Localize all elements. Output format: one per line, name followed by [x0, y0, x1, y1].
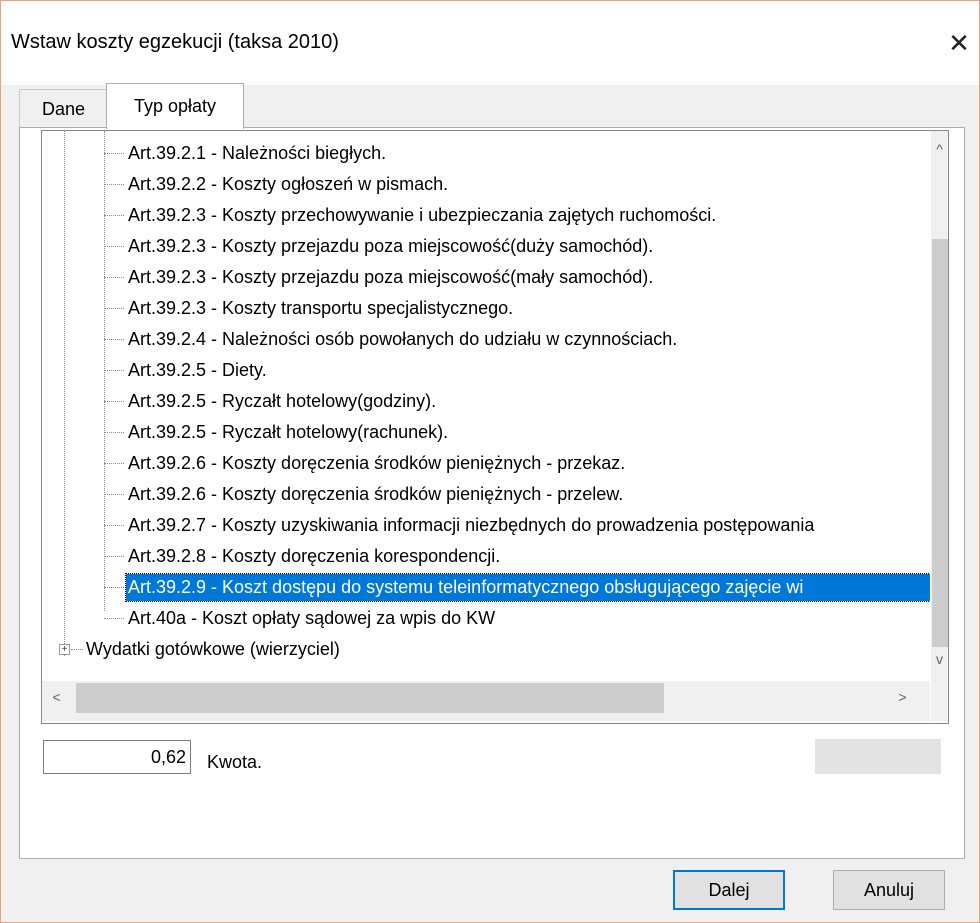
- tree-item[interactable]: Art.39.2.3 - Koszty transportu specjalis…: [42, 293, 930, 324]
- tree-item[interactable]: Art.39.2.5 - Ryczałt hotelowy(rachunek).: [42, 417, 930, 448]
- tree-item-label[interactable]: Art.39.2.2 - Koszty ogłoszeń w pismach.: [126, 171, 450, 198]
- horizontal-scrollbar[interactable]: < >: [42, 681, 930, 721]
- tree-item[interactable]: Art.39.2.7 - Koszty uzyskiwania informac…: [42, 510, 930, 541]
- tree-item-label[interactable]: Art.39.2.6 - Koszty doręczenia środków p…: [126, 450, 627, 477]
- amount-label: Kwota.: [207, 752, 263, 772]
- tree-item[interactable]: Art.39.2.2 - Koszty ogłoszeń w pismach.: [42, 169, 930, 200]
- tab-typ-oplaty[interactable]: Typ opłaty: [106, 83, 244, 129]
- dialog-window: Wstaw koszty egzekucji (taksa 2010) ✕ Da…: [0, 0, 980, 923]
- tree-connector: [104, 587, 124, 588]
- tree-connector: [104, 215, 124, 216]
- tree-group-node[interactable]: + Wydatki gotówkowe (wierzyciel): [42, 634, 930, 665]
- tree-connector: [104, 494, 124, 495]
- tree-connector: [104, 463, 124, 464]
- tree-item-label[interactable]: Art.39.2.8 - Koszty doręczenia korespond…: [126, 543, 502, 570]
- vertical-scrollbar[interactable]: ^ v: [931, 131, 948, 681]
- info-box: [815, 739, 941, 774]
- tree-item-label[interactable]: Art.40a - Koszt opłaty sądowej za wpis d…: [126, 605, 497, 632]
- tree-item-label[interactable]: Art.39.2.6 - Koszty doręczenia środków p…: [126, 481, 625, 508]
- scroll-down-icon[interactable]: v: [931, 651, 948, 667]
- tree-connector: [104, 556, 124, 557]
- tree-connector: [104, 432, 124, 433]
- tree-item-label[interactable]: Art.39.2.5 - Ryczałt hotelowy(rachunek).: [126, 419, 450, 446]
- tree-item[interactable]: Art.39.2.9 - Koszt dostępu do systemu te…: [42, 572, 930, 603]
- tree-connector: [104, 618, 124, 619]
- tree-item-label[interactable]: Art.39.2.3 - Koszty przejazdu poza miejs…: [126, 233, 655, 260]
- tree-connector: [104, 277, 124, 278]
- tree-connector: [104, 525, 124, 526]
- amount-input[interactable]: [43, 740, 191, 774]
- close-icon: ✕: [948, 27, 970, 58]
- horizontal-scroll-thumb[interactable]: [76, 683, 664, 713]
- vertical-scroll-thumb[interactable]: [932, 239, 948, 647]
- scrollbar-corner: [931, 681, 948, 721]
- tab-dane[interactable]: Dane: [19, 89, 108, 128]
- window-title: Wstaw koszty egzekucji (taksa 2010): [11, 31, 339, 53]
- tree-item-label[interactable]: Art.39.2.3 - Koszty transportu specjalis…: [126, 295, 515, 322]
- tree-item[interactable]: Art.39.2.3 - Koszty przejazdu poza miejs…: [42, 262, 930, 293]
- tree-item-label[interactable]: Art.39.2.4 - Należności osób powołanych …: [126, 326, 679, 353]
- tree-item[interactable]: Art.39.2.5 - Diety.: [42, 355, 930, 386]
- tree-item-label[interactable]: Art.39.2.5 - Diety.: [126, 357, 269, 384]
- tree-connector: [104, 246, 124, 247]
- tree-item-label[interactable]: Art.39.2.3 - Koszty przechowywanie i ube…: [126, 202, 718, 229]
- tree-item-label[interactable]: Art.39.2.5 - Ryczałt hotelowy(godziny).: [126, 388, 438, 415]
- cancel-button[interactable]: Anuluj: [833, 870, 945, 910]
- expand-plus-icon[interactable]: +: [59, 644, 70, 655]
- tree-item[interactable]: Art.39.2.3 - Koszty przechowywanie i ube…: [42, 200, 930, 231]
- tree-connector: [104, 184, 124, 185]
- scroll-left-icon[interactable]: <: [48, 689, 65, 705]
- fee-type-tree[interactable]: Art.39.2.1 - Należności biegłych. Art.39.…: [41, 130, 949, 724]
- next-button[interactable]: Dalej: [673, 870, 785, 910]
- tree-item[interactable]: Art.39.2.1 - Należności biegłych.: [42, 138, 930, 169]
- close-button[interactable]: ✕: [939, 15, 979, 71]
- tree-content: Art.39.2.1 - Należności biegłych. Art.39.…: [42, 131, 930, 681]
- tree-item[interactable]: Art.39.2.6 - Koszty doręczenia środków p…: [42, 448, 930, 479]
- tree-item[interactable]: Art.39.2.5 - Ryczałt hotelowy(godziny).: [42, 386, 930, 417]
- tree-item-label[interactable]: Art.39.2.1 - Należności biegłych.: [126, 140, 388, 167]
- tree-item[interactable]: Art.39.2.8 - Koszty doręczenia korespond…: [42, 541, 930, 572]
- tree-connector: [104, 153, 124, 154]
- scroll-up-icon[interactable]: ^: [931, 141, 948, 157]
- tree-connector: [104, 339, 124, 340]
- tree-item-label[interactable]: Art.39.2.7 - Koszty uzyskiwania informac…: [126, 512, 816, 539]
- tree-connector: [71, 649, 83, 650]
- tree-connector: [104, 308, 124, 309]
- tree-item[interactable]: Art.39.2.3 - Koszty przejazdu poza miejs…: [42, 231, 930, 262]
- scroll-right-icon[interactable]: >: [894, 689, 911, 705]
- tree-group-label[interactable]: Wydatki gotówkowe (wierzyciel): [84, 636, 342, 663]
- tree-item[interactable]: Art.40a - Koszt opłaty sądowej za wpis d…: [42, 603, 930, 634]
- tree-item[interactable]: Art.39.2.6 - Koszty doręczenia środków p…: [42, 479, 930, 510]
- tree-connector: [104, 370, 124, 371]
- tree-item-label[interactable]: Art.39.2.3 - Koszty przejazdu poza miejs…: [126, 264, 655, 291]
- tree-connector: [104, 401, 124, 402]
- title-bar: Wstaw koszty egzekucji (taksa 2010) ✕: [1, 1, 979, 85]
- tree-item-label[interactable]: Art.39.2.9 - Koszt dostępu do systemu te…: [125, 573, 930, 602]
- tree-item[interactable]: Art.39.2.4 - Należności osób powołanych …: [42, 324, 930, 355]
